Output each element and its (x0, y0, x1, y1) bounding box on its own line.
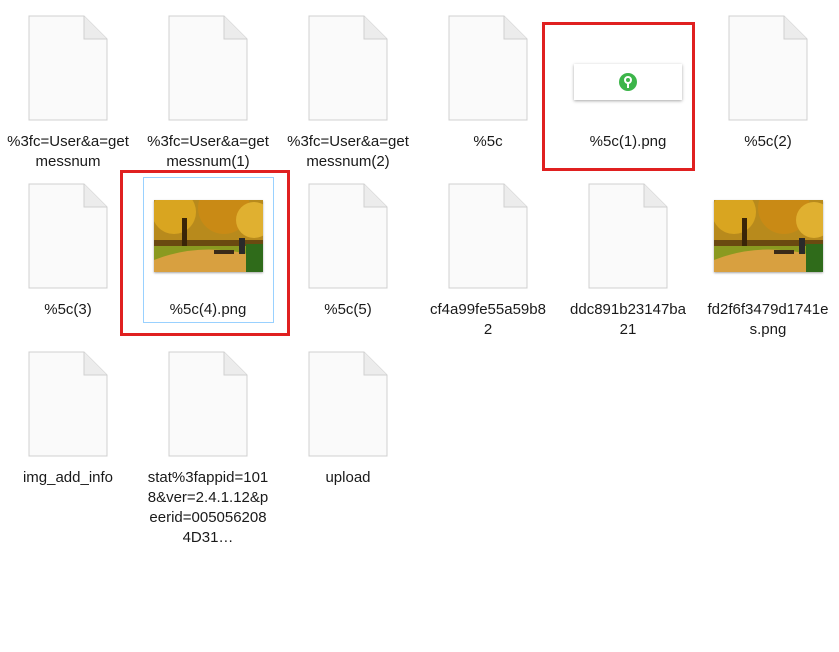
file-name: ddc891b23147ba21 (570, 301, 686, 338)
file-name: cf4a99fe55a59b82 (430, 301, 546, 338)
file-name: img_add_info (22, 469, 114, 486)
file-name: upload (325, 469, 371, 486)
file-item[interactable]: %3fc=User&a=getmessnum(2) (286, 12, 410, 172)
file-item[interactable]: cf4a99fe55a59b82 (426, 180, 550, 340)
file-item[interactable]: %3fc=User&a=getmessnum(1) (146, 12, 270, 172)
file-name: %5c(1).png (589, 133, 667, 150)
document-icon (566, 180, 690, 292)
file-name: %5c(3) (44, 301, 92, 318)
photo-thumbnail-icon (146, 180, 270, 292)
file-item[interactable]: %5c(5) (286, 180, 410, 320)
file-item[interactable]: %5c(2) (706, 12, 830, 152)
key-thumbnail-icon (566, 12, 690, 124)
document-icon (146, 12, 270, 124)
file-name: %3fc=User&a=getmessnum(1) (147, 133, 269, 170)
file-item[interactable]: ddc891b23147ba21 (566, 180, 690, 340)
document-icon (286, 180, 410, 292)
file-item[interactable]: %5c (426, 12, 550, 152)
file-name: stat%3fappid=1018&ver=2.4.1.12&peerid=00… (147, 469, 269, 546)
file-name: %3fc=User&a=getmessnum(2) (287, 133, 409, 170)
file-item[interactable]: %3fc=User&a=getmessnum (6, 12, 130, 172)
file-name: %5c(2) (744, 133, 792, 150)
file-name: %5c (473, 133, 503, 150)
file-item[interactable]: fd2f6f3479d1741es.png (706, 180, 830, 340)
key-icon (619, 73, 637, 91)
file-item[interactable]: %5c(1).png (566, 12, 690, 152)
file-name: fd2f6f3479d1741es.png (707, 301, 829, 338)
document-icon (286, 348, 410, 460)
document-icon (6, 12, 130, 124)
document-icon (426, 180, 550, 292)
file-grid: %3fc=User&a=getmessnum %3fc=User&a=getme… (0, 0, 839, 652)
file-name: %5c(5) (324, 301, 372, 318)
file-item[interactable]: img_add_info (6, 348, 130, 488)
photo-thumbnail-icon (706, 180, 830, 292)
document-icon (6, 180, 130, 292)
file-item-selected[interactable]: %5c(4).png (146, 180, 270, 320)
document-icon (6, 348, 130, 460)
document-icon (426, 12, 550, 124)
document-icon (706, 12, 830, 124)
document-icon (286, 12, 410, 124)
file-item[interactable]: upload (286, 348, 410, 488)
document-icon (146, 348, 270, 460)
file-item[interactable]: stat%3fappid=1018&ver=2.4.1.12&peerid=00… (146, 348, 270, 548)
file-name: %3fc=User&a=getmessnum (7, 133, 129, 170)
file-item[interactable]: %5c(3) (6, 180, 130, 320)
file-name: %5c(4).png (169, 301, 247, 318)
